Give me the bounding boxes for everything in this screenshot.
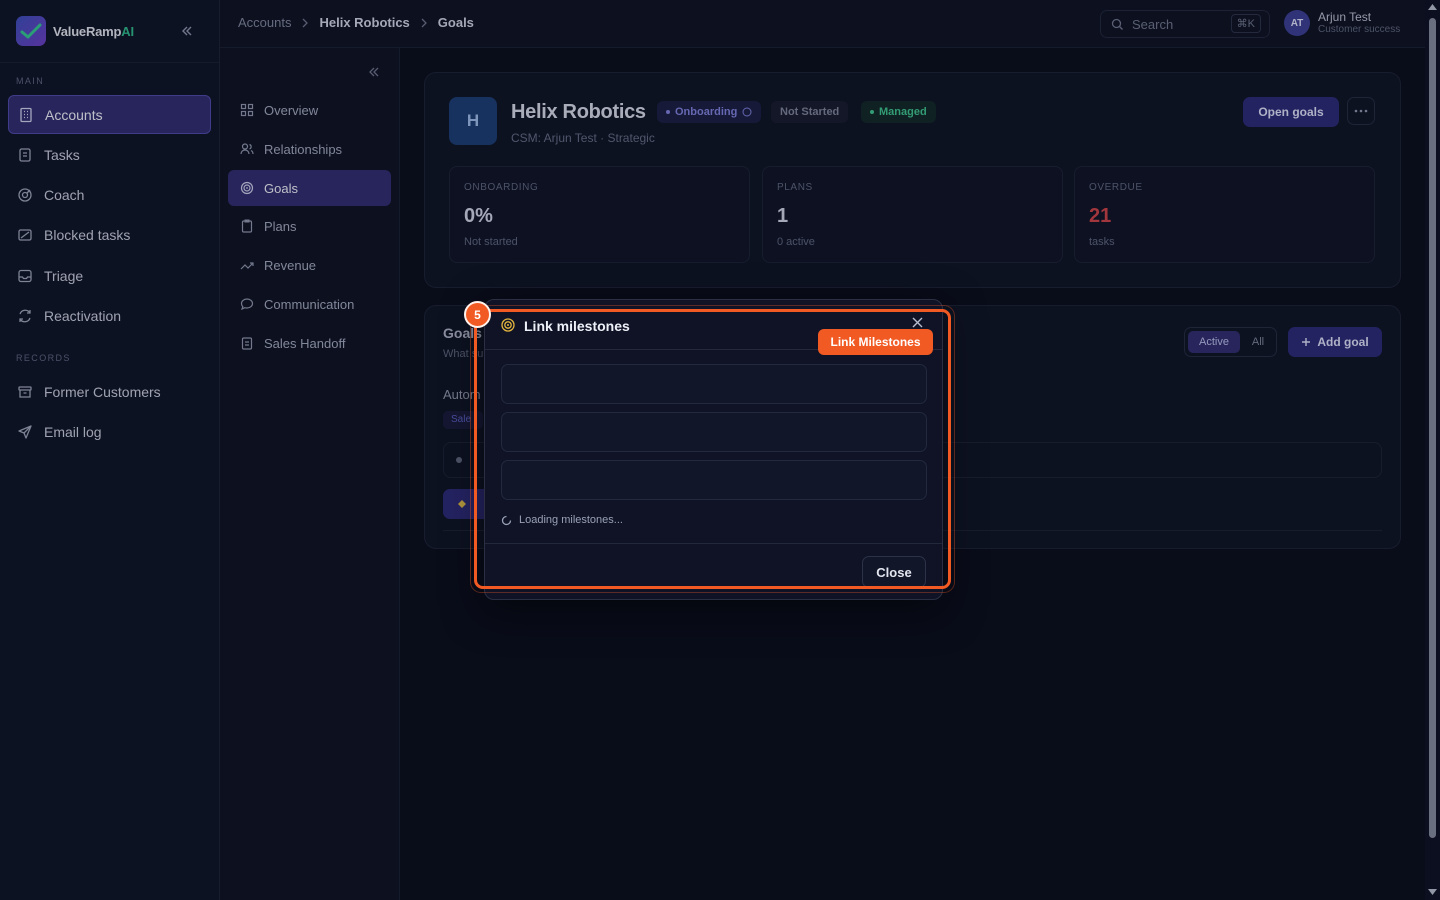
annotation-label: Link Milestones — [818, 329, 933, 355]
scrollbar-thumb[interactable] — [1429, 18, 1436, 838]
step-number-badge: 5 — [464, 301, 491, 328]
scroll-down-icon — [1428, 889, 1437, 895]
scroll-up-icon — [1428, 4, 1437, 10]
